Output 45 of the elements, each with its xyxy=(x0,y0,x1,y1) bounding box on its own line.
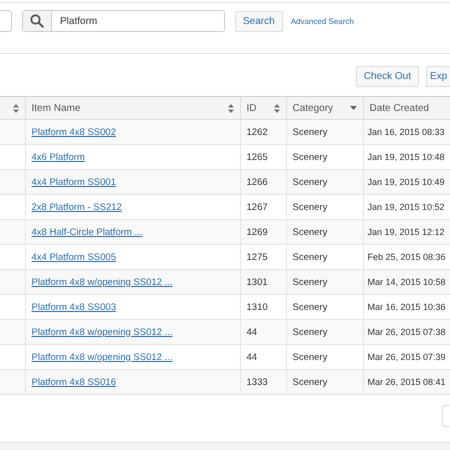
toolbar-button[interactable]: Check Out xyxy=(356,66,419,87)
column-header[interactable]: Category xyxy=(286,96,363,120)
input-field[interactable] xyxy=(0,10,12,32)
search-icon xyxy=(30,14,44,28)
table-cell: Scenery xyxy=(286,220,363,244)
table-cell: Mar 26, 2015 08:41 xyxy=(363,370,450,394)
item-link[interactable]: Platform 4x8 SS002 xyxy=(32,126,116,138)
table-cell: Scenery xyxy=(286,270,363,294)
table-cell: Scenery xyxy=(286,170,363,194)
table-cell: Scenery xyxy=(286,370,363,394)
table-cell: 1262 xyxy=(240,120,286,144)
toolbar-button[interactable]: Exp xyxy=(426,66,450,87)
table-cell: Mar 14, 2015 10:58 xyxy=(363,270,450,294)
table-cell: Scenery xyxy=(286,320,363,344)
table-cell: Scenery xyxy=(286,120,363,144)
item-link[interactable]: 4x4 Platform SS005 xyxy=(32,252,116,262)
table-cell: Mar 26, 2015 07:38 xyxy=(363,320,450,344)
column-header[interactable]: ID xyxy=(240,96,286,120)
table-cell: 1301 xyxy=(240,270,286,294)
table-cell: 1266 xyxy=(240,170,286,194)
item-link[interactable]: Platform 4x8 SS003 xyxy=(32,302,116,312)
item-link[interactable]: 4x4 Platform SS001 xyxy=(32,176,116,188)
sort-icon[interactable] xyxy=(274,104,280,112)
column-label: Category xyxy=(292,102,334,114)
item-link[interactable]: Platform 4x8 SS016 xyxy=(32,376,116,388)
column-header[interactable]: Item Name xyxy=(25,96,240,120)
column-label: ID xyxy=(246,102,256,114)
sort-icon[interactable] xyxy=(228,104,234,112)
column-header[interactable] xyxy=(0,96,25,120)
table-cell: 44 xyxy=(240,320,286,344)
column-label: Item Name xyxy=(32,102,80,114)
table-cell: Jan 19, 2015 10:49 xyxy=(363,170,450,194)
item-link[interactable]: 4x6 Platform xyxy=(32,152,85,162)
table-cell: Jan 19, 2015 12:12 xyxy=(363,220,450,244)
sort-icon[interactable] xyxy=(12,104,18,112)
item-link[interactable]: 2x8 Platform - SS212 xyxy=(32,202,122,212)
search-button[interactable]: Search xyxy=(235,10,283,32)
table-cell: Jan 16, 2015 08:33 xyxy=(363,120,450,144)
column-label: Date Created xyxy=(370,102,429,114)
table-cell: 1269 xyxy=(240,220,286,244)
column-header[interactable]: Date Created xyxy=(363,96,450,120)
table-cell: 1333 xyxy=(240,370,286,394)
sort-down-icon[interactable] xyxy=(350,106,356,110)
search-field[interactable]: Platform xyxy=(22,10,225,32)
advanced-search-link[interactable]: Advanced Search xyxy=(290,16,354,26)
